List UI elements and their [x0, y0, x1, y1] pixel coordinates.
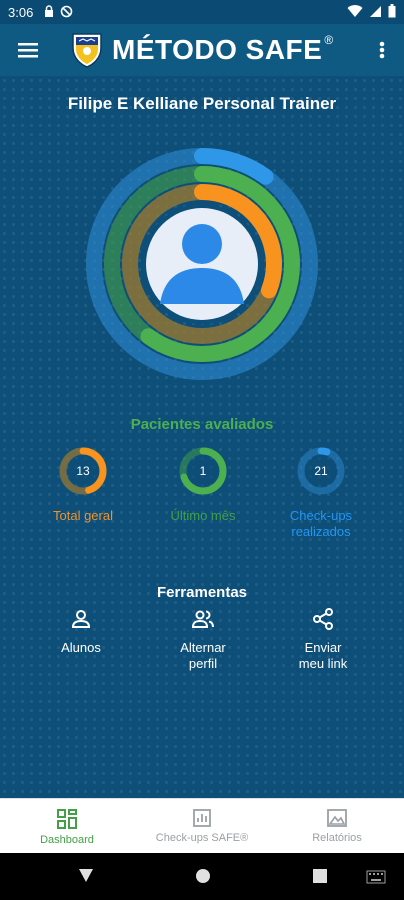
more-options-icon[interactable]: [374, 36, 390, 64]
home-icon[interactable]: [193, 865, 213, 887]
tool-alternar-perfil-button[interactable]: Alternar perfil: [148, 608, 258, 672]
keyboard-icon[interactable]: [366, 870, 386, 884]
reports-icon: [327, 809, 347, 827]
stat-ring: 1: [179, 447, 227, 495]
status-bar: 3:06: [0, 0, 404, 24]
signal-icon: [370, 5, 381, 17]
bottom-navigation: Dashboard Check-ups SAFE® Relatórios: [0, 798, 404, 854]
people-icon: [191, 610, 214, 628]
share-icon: [313, 608, 333, 630]
stat-label: Último mês: [170, 508, 236, 523]
back-icon[interactable]: [76, 865, 96, 887]
tool-enviar-link-button[interactable]: Enviar meu link: [268, 608, 378, 672]
dashboard-icon: [57, 809, 77, 829]
app-title: MÉTODO SAFE: [112, 34, 323, 65]
tools-section-title: Ferramentas: [156, 584, 248, 601]
menu-icon[interactable]: [14, 36, 42, 64]
nav-label: Dashboard: [40, 834, 94, 846]
stat-label: Check-ups realizados: [289, 508, 353, 539]
nav-label: Check-ups SAFE®: [155, 832, 249, 844]
system-navigation-bar: [0, 853, 404, 900]
nav-dashboard[interactable]: Dashboard: [0, 799, 134, 854]
dashboard-main: Filipe E Kelliane Personal Trainer Pacie…: [0, 76, 404, 798]
tool-alunos-button[interactable]: Alunos: [26, 608, 136, 656]
nav-label: Relatórios: [312, 832, 362, 844]
patients-section-title: Pacientes avaliados: [130, 416, 274, 433]
app-bar: MÉTODO SAFE ®: [0, 24, 404, 76]
wifi-icon: [347, 4, 363, 17]
lock-notification-icon: [45, 5, 53, 17]
recents-icon[interactable]: [310, 865, 330, 887]
tool-label: Alternar perfil: [180, 640, 226, 671]
system-status-icons: [347, 4, 396, 18]
registered-mark: ®: [324, 33, 334, 47]
tool-label: Enviar meu link: [298, 640, 348, 671]
person-icon: [71, 610, 91, 628]
stat-total-geral[interactable]: 13 Total geral: [28, 446, 138, 524]
profile-name: Filipe E Kelliane Personal Trainer: [67, 94, 337, 113]
activity-rings: [86, 148, 318, 380]
stat-ring: 21: [297, 447, 345, 495]
stat-ring: 13: [59, 447, 107, 495]
blocked-notification-icon: [60, 5, 73, 18]
stat-label: Total geral: [53, 508, 113, 523]
shield-logo-icon: [72, 33, 102, 68]
nav-checkups[interactable]: Check-ups SAFE®: [135, 799, 269, 854]
stat-ultimo-mes[interactable]: 1 Último mês: [148, 446, 258, 524]
brand: MÉTODO SAFE ®: [70, 30, 333, 70]
checkup-icon: [193, 809, 211, 827]
stat-value: 1: [200, 464, 207, 478]
tool-label: Alunos: [61, 640, 101, 655]
notification-icons: [44, 5, 73, 18]
stat-checkups-realizados[interactable]: 21 Check-ups realizados: [266, 446, 376, 540]
stat-value: 13: [76, 464, 90, 478]
stat-value: 21: [314, 464, 328, 478]
status-time: 3:06: [8, 5, 34, 20]
nav-relatorios[interactable]: Relatórios: [270, 799, 404, 854]
battery-icon: [388, 4, 396, 18]
